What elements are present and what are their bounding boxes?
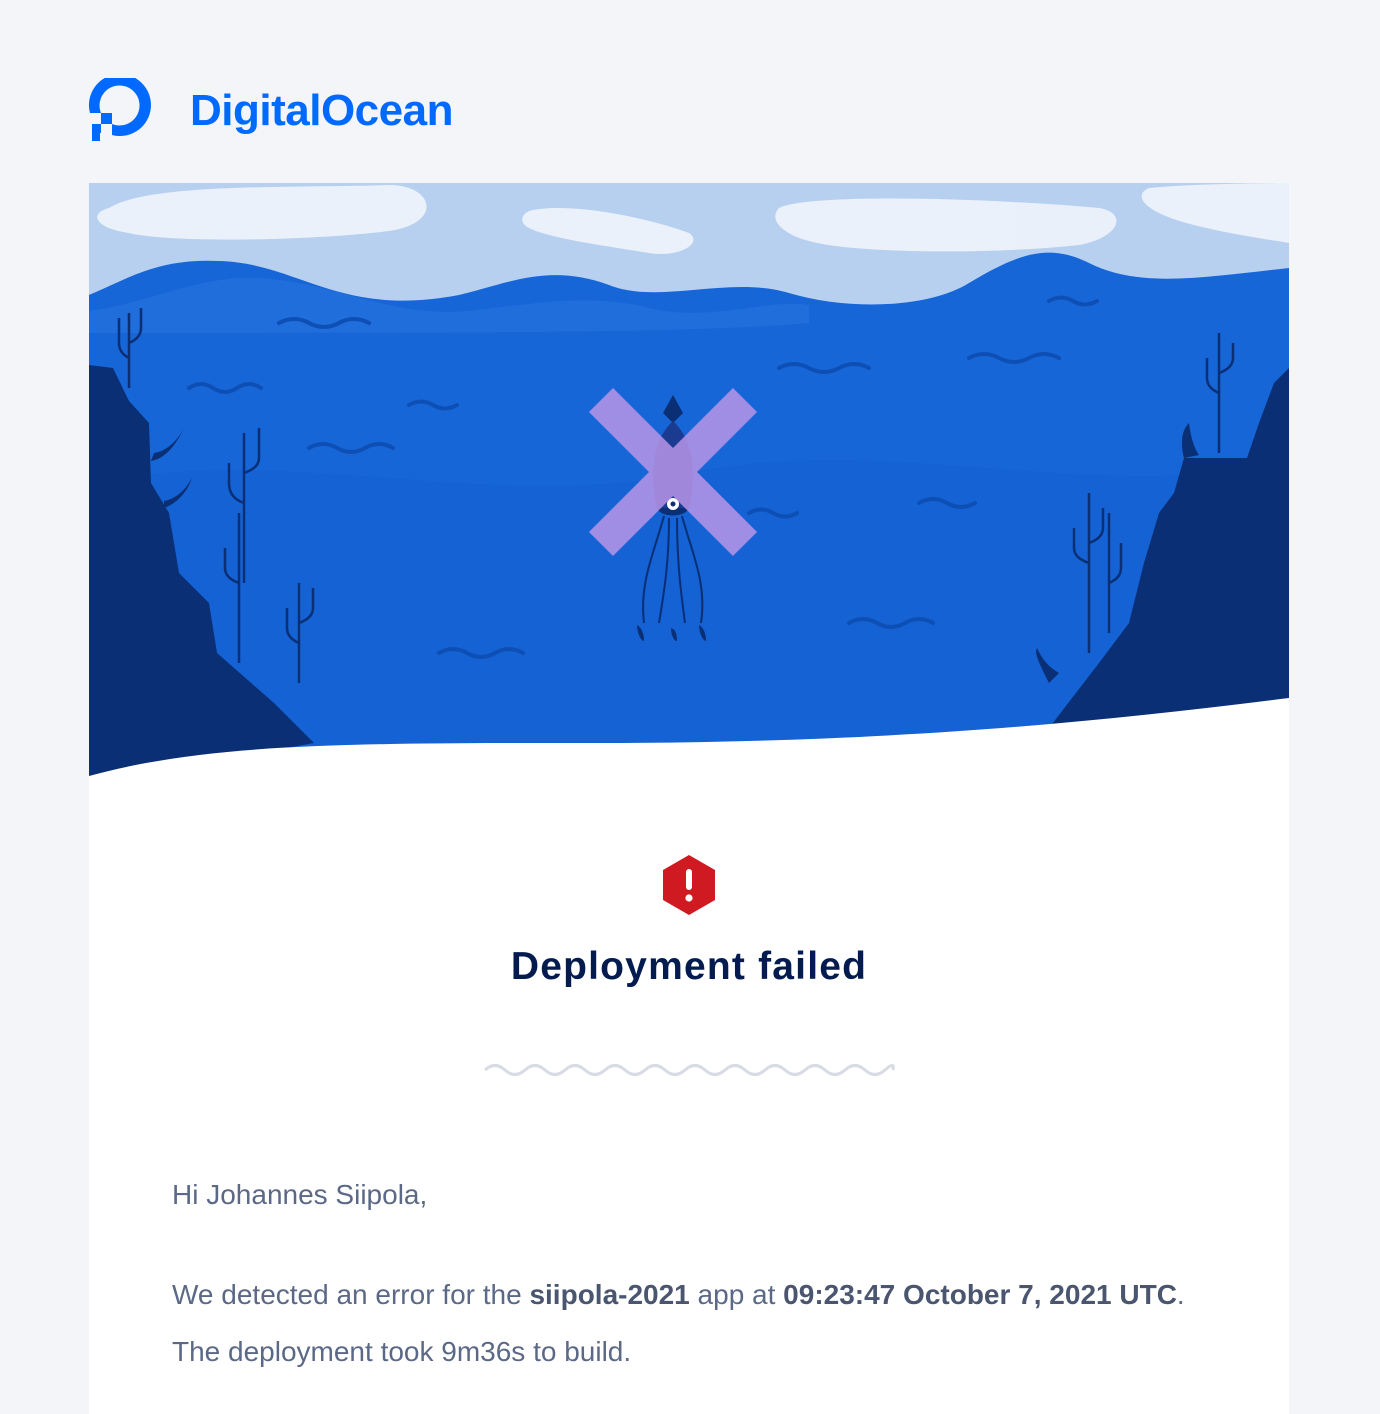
message-prefix: We detected an error for the (172, 1279, 530, 1310)
error-hexagon-icon (663, 855, 715, 915)
header: DigitalOcean (88, 76, 453, 146)
wave-divider (483, 1064, 895, 1076)
error-timestamp: 09:23:47 October 7, 2021 UTC (783, 1279, 1177, 1310)
greeting-text: Hi Johannes Siipola, (172, 1179, 428, 1210)
page-title: Deployment failed (510, 945, 868, 988)
hero-illustration (89, 183, 1289, 783)
error-message: We detected an error for the siipola-202… (172, 1266, 1212, 1380)
brand-name[interactable]: DigitalOcean (190, 86, 453, 136)
app-name: siipola-2021 (529, 1279, 690, 1310)
digitalocean-logo-icon[interactable] (88, 78, 154, 144)
message-middle: app at (689, 1279, 784, 1310)
email-card: Deployment failed Hi Johannes Siipola, W… (89, 183, 1289, 1414)
